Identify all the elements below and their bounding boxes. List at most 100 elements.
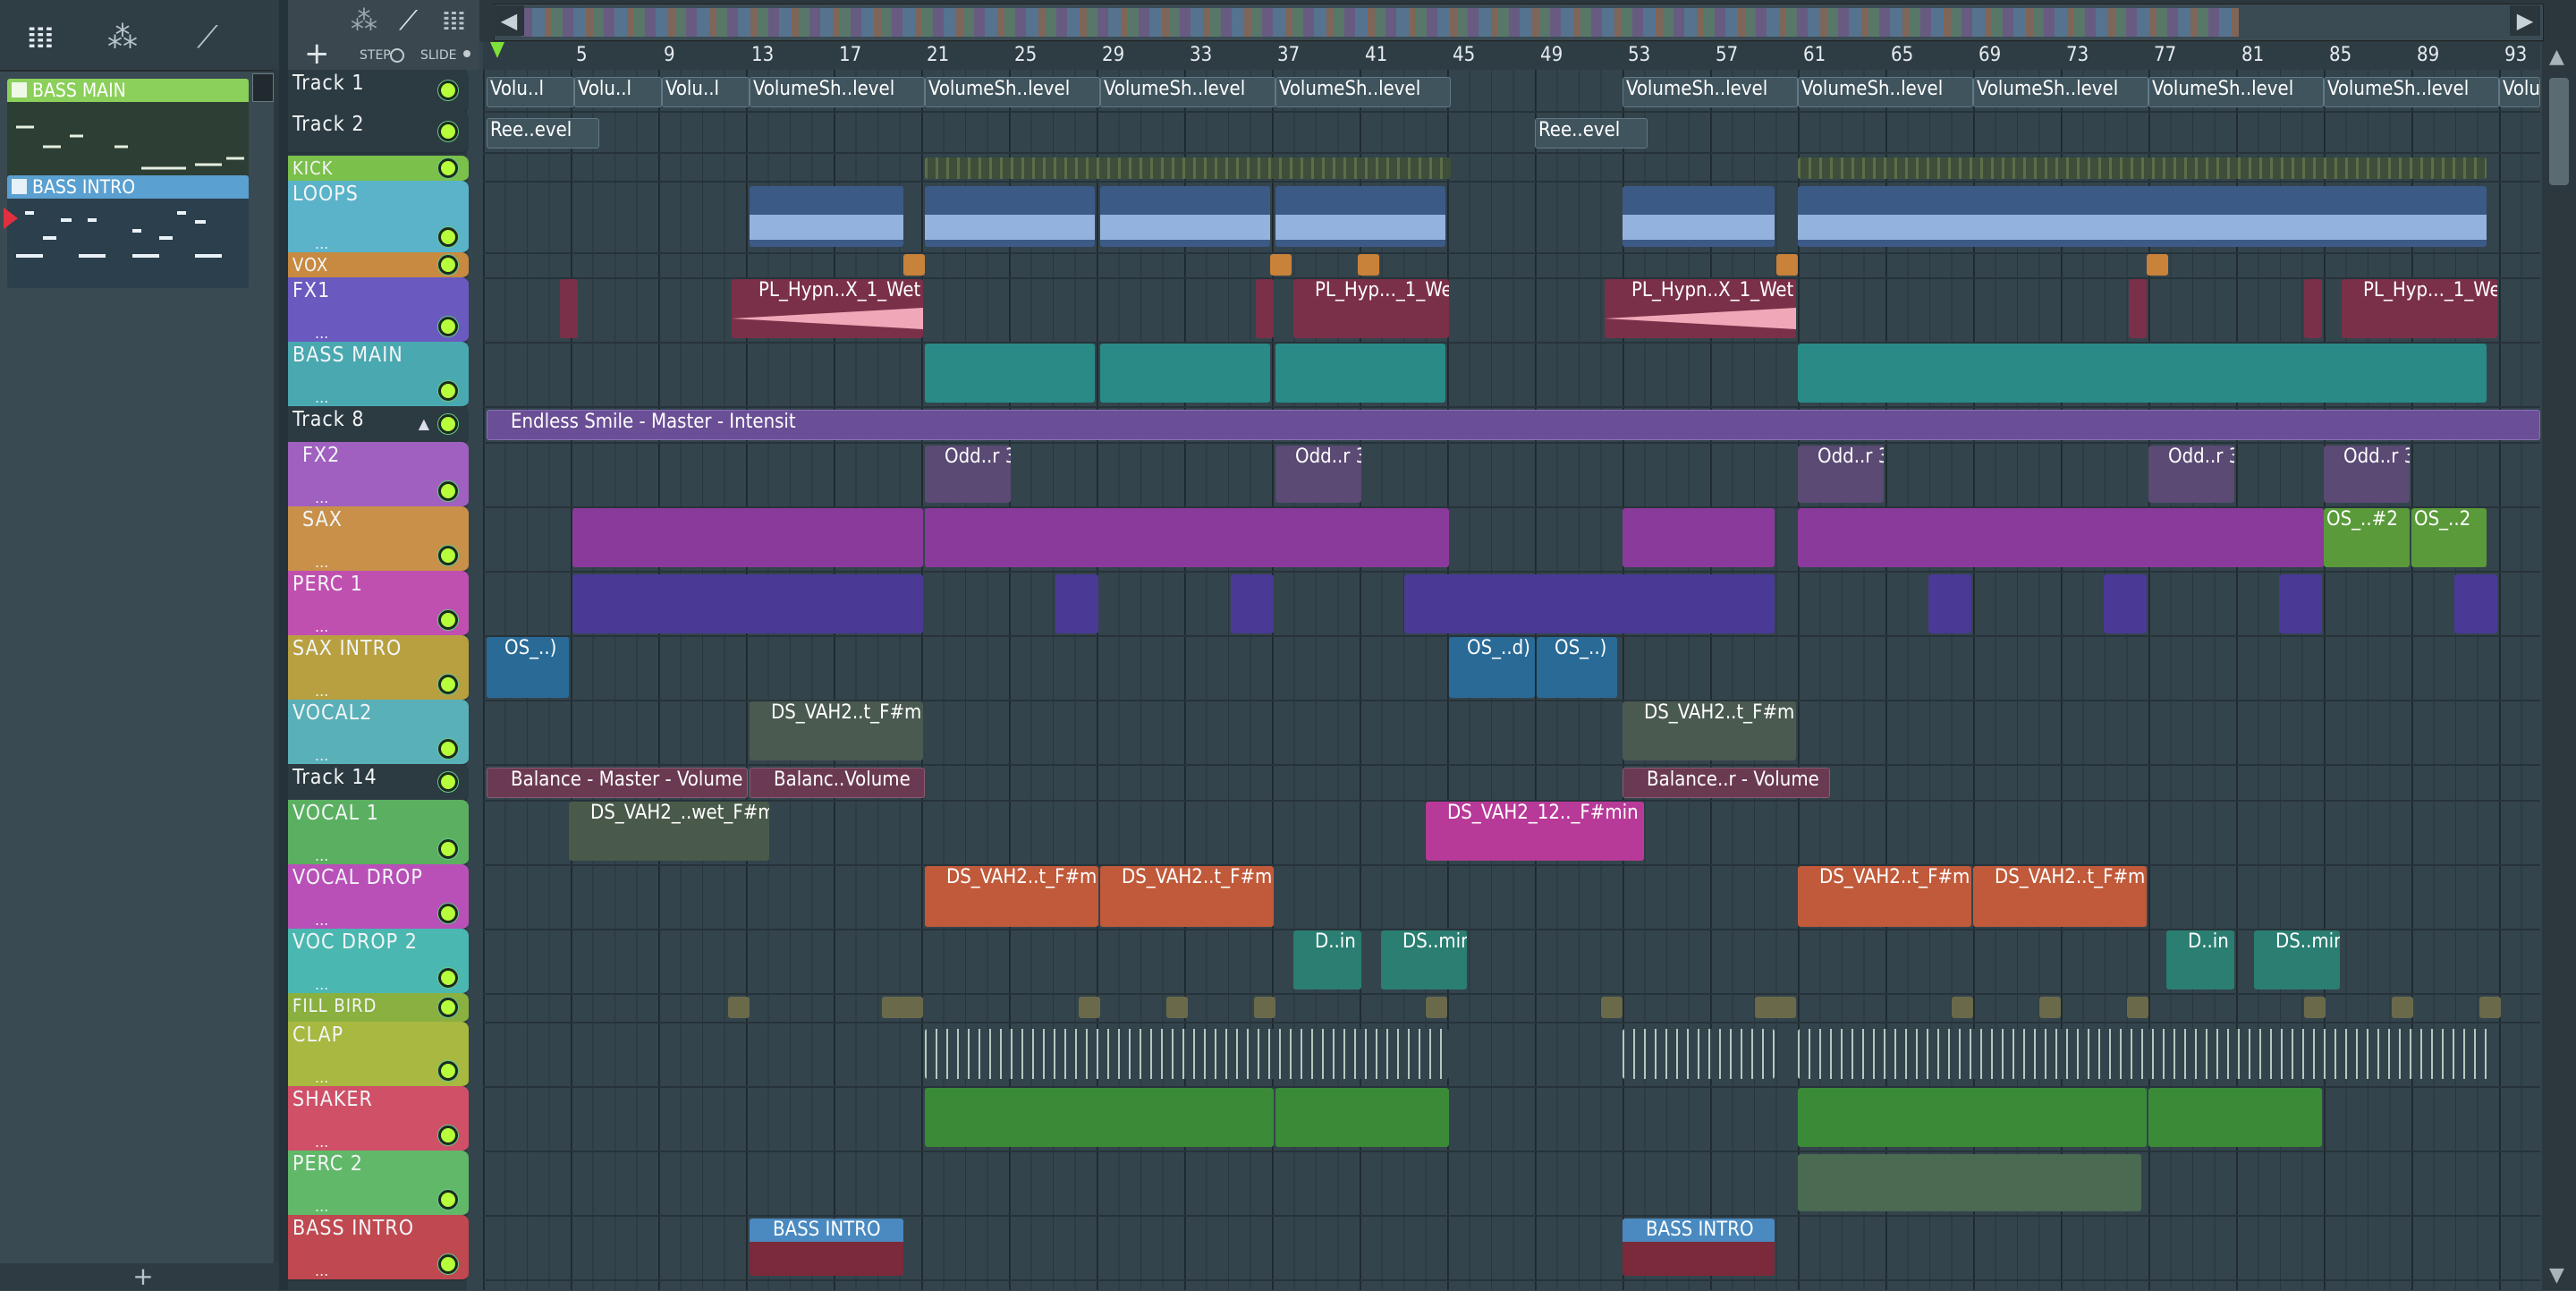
track-options-dots[interactable]: ... [315,912,328,929]
track-mute-led[interactable] [438,414,458,434]
track-header[interactable]: SAX... [288,506,469,573]
add-track-button[interactable]: + [304,36,330,72]
automation-clip-icon[interactable]: ⟋ [399,5,418,37]
track-header[interactable]: VOCAL2... [288,700,469,766]
track-header[interactable]: FX1... [288,277,469,344]
track-options-dots[interactable]: ... [315,747,328,764]
track-mute-led[interactable] [438,158,458,178]
pattern-header[interactable]: BASS MAIN [7,79,249,102]
track-mute-led[interactable] [438,227,458,247]
track-name: Track 1 [292,72,365,95]
track-mute-led[interactable] [438,772,458,792]
track-header[interactable]: PERC 2... [288,1151,469,1217]
picker-add-button[interactable]: + [0,1263,286,1290]
scroll-left-button[interactable]: ◀ [494,5,524,36]
track-mute-led[interactable] [438,381,458,401]
track-mute-led[interactable] [438,1125,458,1145]
track-header[interactable]: VOCAL DROP... [288,864,469,930]
playlist-row [483,70,2540,113]
playlist-row [483,993,2540,1023]
track-options-dots[interactable]: ... [315,389,328,406]
collapse-icon[interactable]: ▲ [419,415,429,432]
track-header[interactable]: SAX INTRO... [288,635,469,701]
track-header[interactable]: BASS MAIN... [288,342,469,408]
track-mute-led[interactable] [438,255,458,275]
pattern-clip-icon[interactable]: 𝍖 [442,5,466,37]
track-header[interactable]: Track 2 [288,111,469,154]
track-header[interactable]: Track 14 [288,764,469,802]
track-mute-led[interactable] [438,1061,458,1081]
playlist-row [483,571,2540,637]
pattern-header[interactable]: BASS INTRO [7,175,249,199]
playhead-marker[interactable] [490,42,504,58]
track-options-dots[interactable]: ... [315,618,328,635]
track-mute-led[interactable] [438,839,458,859]
pattern-notes [16,125,244,170]
timeline-ruler[interactable]: 5 9 13 17 21 25 29 33 37 41 45 49 53 57 … [483,42,2540,71]
playlist-row [483,864,2540,930]
playlist-row [483,156,2540,183]
track-header[interactable]: PERC 1... [288,571,469,637]
track-header[interactable]: BASS INTRO... [288,1215,469,1281]
track-mute-led[interactable] [438,739,458,759]
track-options-dots[interactable]: ... [315,554,328,571]
piano-icon[interactable]: 𝍖 [27,20,54,55]
scroll-right-button[interactable]: ▶ [2510,5,2540,36]
track-options-dots[interactable]: ... [315,325,328,342]
track-name: VOCAL2 [292,701,373,725]
track-header[interactable]: FX2... [288,442,469,508]
overview-thumb[interactable] [521,8,2239,37]
track-header[interactable]: VOX [288,252,469,279]
track-mute-led[interactable] [438,81,458,100]
track-header[interactable]: Track 1 [288,70,469,113]
step-toggle[interactable] [390,48,404,63]
scroll-up-icon[interactable]: ▲ [2549,46,2564,68]
playlist-grid[interactable]: Volu..l Volu..l Volu..l VolumeSh..level … [483,70,2540,1290]
playlist-overview-scrollbar[interactable] [494,4,2544,41]
bar-number: 93 [2504,44,2528,66]
scroll-down-icon[interactable]: ▼ [2549,1264,2564,1287]
picker-scroll-handle[interactable] [252,73,274,102]
track-name: VOC DROP 2 [292,930,418,954]
track-mute-led[interactable] [438,998,458,1017]
track-options-dots[interactable]: ... [315,847,328,864]
track-options-dots[interactable]: ... [315,1198,328,1215]
track-header[interactable]: KICK [288,156,469,183]
track-options-dots[interactable]: ... [315,683,328,700]
audio-clip-icon[interactable]: ⁂ [351,5,377,37]
slide-toggle[interactable] [463,50,470,57]
track-mute-led[interactable] [438,904,458,923]
track-options-dots[interactable]: ... [315,976,328,993]
track-options-dots[interactable]: ... [315,1069,328,1086]
track-options-dots[interactable]: ... [315,1134,328,1151]
vertical-scroll-thumb[interactable] [2549,78,2569,185]
track-header[interactable]: FILL BIRD [288,993,469,1023]
track-header[interactable]: Track 8 ▲ [288,406,469,444]
track-options-dots[interactable]: ... [315,489,328,506]
playlist-toolbox: + ⁂ ⟋ 𝍖 STEP SLIDE [288,0,479,72]
track-mute-led[interactable] [438,122,458,141]
track-mute-led[interactable] [438,317,458,336]
audio-icon[interactable]: ⁂ [107,20,138,55]
pattern-bass-intro[interactable]: BASS INTRO [7,175,249,288]
track-mute-led[interactable] [438,481,458,501]
track-mute-led[interactable] [438,610,458,630]
track-mute-led[interactable] [438,546,458,565]
track-mute-led[interactable] [438,1254,458,1274]
track-header[interactable]: LOOPS... [288,181,469,254]
automation-icon[interactable]: ⟋ [197,20,218,55]
vertical-scrollbar[interactable]: ▲ ▼ [2542,42,2576,1290]
bar-number: 33 [1190,44,1213,66]
track-mute-led[interactable] [438,1190,458,1210]
track-options-dots[interactable]: ... [315,1262,328,1279]
track-name: BASS INTRO [292,1217,415,1240]
track-options-dots[interactable]: ... [315,235,328,252]
track-mute-led[interactable] [438,675,458,694]
track-mute-led[interactable] [438,968,458,988]
track-header[interactable]: VOCAL 1... [288,800,469,866]
pattern-preview [7,199,249,288]
track-header[interactable]: VOC DROP 2... [288,929,469,995]
track-header[interactable]: SHAKER... [288,1086,469,1152]
track-header[interactable]: CLAP... [288,1022,469,1088]
bar-number: 73 [2066,44,2089,66]
